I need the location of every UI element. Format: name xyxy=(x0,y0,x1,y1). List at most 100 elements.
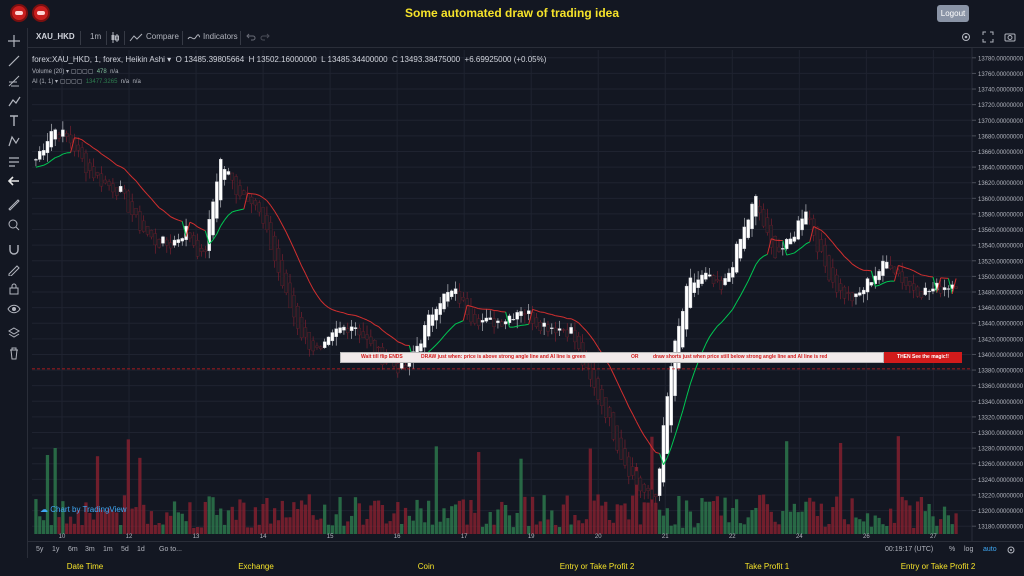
volume-bar xyxy=(546,519,550,534)
banner-step-3: draw shorts just when price still below … xyxy=(653,354,828,360)
camera-icon[interactable] xyxy=(1004,31,1016,43)
indicators-icon[interactable] xyxy=(187,33,201,42)
range-5d[interactable]: 5d xyxy=(121,546,129,553)
percent-toggle[interactable]: % xyxy=(949,546,955,553)
footer-coin[interactable]: Coin xyxy=(418,562,434,571)
pattern-icon[interactable] xyxy=(7,134,21,148)
back-arrow-icon[interactable] xyxy=(7,174,21,188)
volume-bar xyxy=(731,507,735,534)
volume-bar xyxy=(442,508,446,534)
volume-bar xyxy=(696,523,700,534)
interval-button[interactable]: 1m xyxy=(90,32,101,41)
eye-icon[interactable] xyxy=(7,302,21,316)
ai-line-segment xyxy=(743,280,749,289)
compare-icon[interactable] xyxy=(129,33,143,42)
volume-bar xyxy=(400,524,404,534)
logout-button[interactable]: Logout xyxy=(937,5,969,22)
candle-body xyxy=(369,336,373,344)
candle-body xyxy=(877,271,881,281)
candle-body xyxy=(627,456,631,477)
ai-line-segment xyxy=(39,164,44,167)
layers-icon[interactable] xyxy=(7,326,21,340)
ai-line-segment xyxy=(794,249,799,254)
zoom-icon[interactable] xyxy=(7,218,21,232)
volume-bar xyxy=(865,513,870,534)
settings-gear-icon[interactable] xyxy=(960,31,972,43)
x-tick-label: 22 xyxy=(729,534,736,540)
scale-settings-icon[interactable] xyxy=(1006,545,1016,555)
high-value: H 13502.16000000 xyxy=(248,55,317,64)
lock-icon[interactable] xyxy=(7,282,21,296)
volume-bar xyxy=(249,527,254,534)
fullscreen-icon[interactable] xyxy=(982,31,994,43)
candle-body xyxy=(126,190,131,213)
footer-entry-tp2-b[interactable]: Entry or Take Profit 2 xyxy=(901,562,976,571)
volume-bar xyxy=(835,496,839,534)
y-tick-label: 13400.00000000 xyxy=(978,353,1024,359)
ai-line-segment xyxy=(81,139,87,144)
volume-bar xyxy=(480,526,485,534)
volume-bar xyxy=(742,524,746,534)
footer-exchange[interactable]: Exchange xyxy=(238,562,274,571)
volume-bar xyxy=(38,516,42,534)
candle-body xyxy=(357,327,362,336)
price-chart[interactable]: 13381.5543725813496.36417875 13780.00000… xyxy=(28,48,1024,541)
footer-entry-tp2[interactable]: Entry or Take Profit 2 xyxy=(560,562,635,571)
volume-bar xyxy=(800,511,804,534)
tradingview-attribution[interactable]: ☁ Chart by TradingView xyxy=(40,505,127,514)
x-tick-label: 13 xyxy=(193,534,200,540)
range-1y[interactable]: 1y xyxy=(52,546,59,553)
symbol-button[interactable]: XAU_HKD xyxy=(36,32,75,41)
candle-body xyxy=(511,318,516,321)
footer-tp1[interactable]: Take Profit 1 xyxy=(745,562,789,571)
candle-body xyxy=(57,134,61,139)
candle-body xyxy=(311,340,315,352)
ai-line-segment xyxy=(797,246,803,251)
prediction-icon[interactable] xyxy=(7,154,21,168)
log-toggle[interactable]: log xyxy=(964,546,973,553)
ruler-icon[interactable] xyxy=(7,198,21,212)
candle-body xyxy=(188,232,192,239)
series-dropdown[interactable]: forex:XAU_HKD, 1, forex, Heikin Ashi ▾ xyxy=(32,55,171,64)
trend-line-icon[interactable] xyxy=(7,54,21,68)
range-5y[interactable]: 5y xyxy=(36,546,43,553)
text-icon[interactable] xyxy=(7,114,21,128)
volume-bar xyxy=(750,510,754,534)
brush-icon[interactable] xyxy=(7,94,21,108)
range-1m[interactable]: 1m xyxy=(103,546,113,553)
compare-button[interactable]: Compare xyxy=(146,32,179,41)
volume-bar xyxy=(823,526,827,534)
volume-study-label[interactable]: Volume (20) xyxy=(32,69,64,75)
trash-icon[interactable] xyxy=(7,346,21,360)
range-1d[interactable]: 1d xyxy=(137,546,145,553)
range-6m[interactable]: 6m xyxy=(68,546,78,553)
volume-bar xyxy=(854,517,858,534)
ai-line-segment xyxy=(239,208,244,211)
volume-bar xyxy=(538,521,542,534)
magnet-icon[interactable] xyxy=(7,242,21,256)
volume-bar xyxy=(265,497,269,534)
crosshair-icon[interactable] xyxy=(7,34,21,48)
undo-icon[interactable] xyxy=(246,32,256,42)
volume-value: 478 xyxy=(96,69,107,75)
ai-study-label[interactable]: AI (1, 1) xyxy=(32,79,53,85)
candle-body xyxy=(573,330,577,343)
auto-toggle[interactable]: auto xyxy=(983,546,997,553)
ai-line-segment xyxy=(786,253,791,256)
lock-pencil-icon[interactable] xyxy=(7,262,21,276)
goto-button[interactable]: Go to... xyxy=(159,546,182,553)
y-tick-label: 13780.00000000 xyxy=(978,56,1024,62)
volume-bar xyxy=(199,527,204,534)
footer-date-time[interactable]: Date Time xyxy=(67,562,103,571)
volume-bar xyxy=(681,527,685,534)
range-3m[interactable]: 3m xyxy=(85,546,95,553)
indicators-button[interactable]: Indicators xyxy=(203,32,238,41)
candle-style-icon[interactable] xyxy=(110,32,120,43)
x-tick-label: 14 xyxy=(260,534,267,540)
candle-body xyxy=(765,217,770,233)
candle-body xyxy=(426,314,431,337)
fib-icon[interactable] xyxy=(7,74,21,88)
candle-body xyxy=(168,242,173,249)
candle-body xyxy=(276,248,281,273)
redo-icon[interactable] xyxy=(260,32,270,42)
